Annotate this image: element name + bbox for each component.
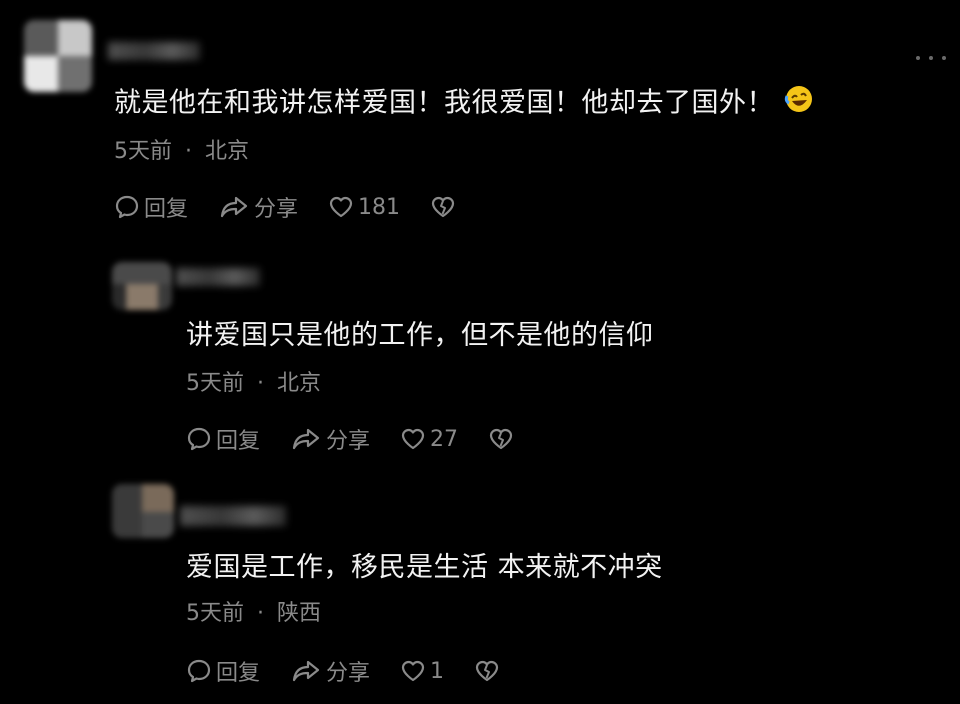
broken-heart-icon bbox=[475, 660, 499, 682]
share-button[interactable]: 分享 bbox=[290, 655, 370, 687]
like-button[interactable]: 27 bbox=[400, 426, 458, 452]
comment-text: 爱国是工作，移民是生活 本来就不冲突 bbox=[186, 552, 663, 583]
heart-icon bbox=[401, 660, 425, 682]
comment-meta: 5天前 · 陕西 bbox=[186, 600, 321, 628]
comment-meta: 5天前 · 北京 bbox=[114, 138, 249, 166]
like-count: 181 bbox=[358, 194, 401, 220]
comment-1: 就是他在和我讲怎样爱国！我很爱国！他却去了国外！ 5天前 · 北京 回复 分享 … bbox=[0, 0, 960, 240]
reply-button[interactable]: 回复 bbox=[186, 423, 260, 455]
dot-icon bbox=[942, 56, 946, 60]
broken-heart-icon bbox=[489, 428, 513, 450]
share-icon bbox=[220, 196, 248, 218]
comment-3: 爱国是工作，移民是生活 本来就不冲突 5天前 · 陕西 回复 分享 1 bbox=[0, 470, 960, 704]
share-label: 分享 bbox=[326, 429, 371, 454]
more-options-button[interactable] bbox=[916, 52, 946, 64]
dislike-button[interactable] bbox=[474, 658, 500, 684]
reply-button[interactable]: 回复 bbox=[186, 655, 260, 687]
like-button[interactable]: 1 bbox=[400, 658, 444, 684]
share-label: 分享 bbox=[254, 197, 299, 222]
share-label: 分享 bbox=[326, 661, 371, 686]
avatar[interactable] bbox=[112, 484, 174, 538]
comment-text-body: 就是他在和我讲怎样爱国！我很爱国！他却去了国外！ bbox=[114, 87, 774, 119]
comment-2: 讲爱国只是他的工作，但不是他的信仰 5天前 · 北京 回复 分享 27 bbox=[0, 240, 960, 480]
dislike-button[interactable] bbox=[430, 194, 456, 220]
reply-icon bbox=[187, 659, 211, 683]
timestamp: 5天前 bbox=[114, 139, 172, 164]
username-blurred[interactable] bbox=[108, 42, 200, 60]
location: 北京 bbox=[277, 371, 322, 396]
rolling-on-floor-laughing-emoji-icon bbox=[784, 84, 814, 124]
share-button[interactable]: 分享 bbox=[218, 191, 298, 223]
dot-icon bbox=[916, 56, 920, 60]
reply-icon bbox=[187, 427, 211, 451]
share-icon bbox=[292, 428, 320, 450]
comment-text: 讲爱国只是他的工作，但不是他的信仰 bbox=[186, 320, 654, 351]
dislike-button[interactable] bbox=[488, 426, 514, 452]
like-count: 1 bbox=[430, 658, 445, 684]
avatar[interactable] bbox=[112, 262, 172, 310]
username-blurred[interactable] bbox=[180, 506, 286, 526]
meta-separator: · bbox=[257, 601, 264, 626]
reply-button[interactable]: 回复 bbox=[114, 191, 188, 223]
heart-icon bbox=[401, 428, 425, 450]
location: 陕西 bbox=[277, 601, 322, 626]
comment-meta: 5天前 · 北京 bbox=[186, 370, 321, 398]
comment-actions: 回复 分享 1 bbox=[186, 656, 500, 686]
location: 北京 bbox=[205, 139, 250, 164]
heart-icon bbox=[329, 196, 353, 218]
timestamp: 5天前 bbox=[186, 371, 244, 396]
username-blurred[interactable] bbox=[176, 268, 260, 286]
reply-label: 回复 bbox=[216, 661, 261, 686]
comment-actions: 回复 分享 181 bbox=[114, 192, 456, 222]
like-button[interactable]: 181 bbox=[328, 194, 400, 220]
comment-text: 就是他在和我讲怎样爱国！我很爱国！他却去了国外！ bbox=[114, 84, 814, 124]
reply-label: 回复 bbox=[216, 429, 261, 454]
dot-icon bbox=[929, 56, 933, 60]
timestamp: 5天前 bbox=[186, 601, 244, 626]
avatar[interactable] bbox=[24, 20, 92, 92]
meta-separator: · bbox=[185, 139, 192, 164]
reply-icon bbox=[115, 195, 139, 219]
meta-separator: · bbox=[257, 371, 264, 396]
share-button[interactable]: 分享 bbox=[290, 423, 370, 455]
broken-heart-icon bbox=[431, 196, 455, 218]
reply-label: 回复 bbox=[144, 197, 189, 222]
comment-actions: 回复 分享 27 bbox=[186, 424, 514, 454]
like-count: 27 bbox=[430, 426, 459, 452]
share-icon bbox=[292, 660, 320, 682]
